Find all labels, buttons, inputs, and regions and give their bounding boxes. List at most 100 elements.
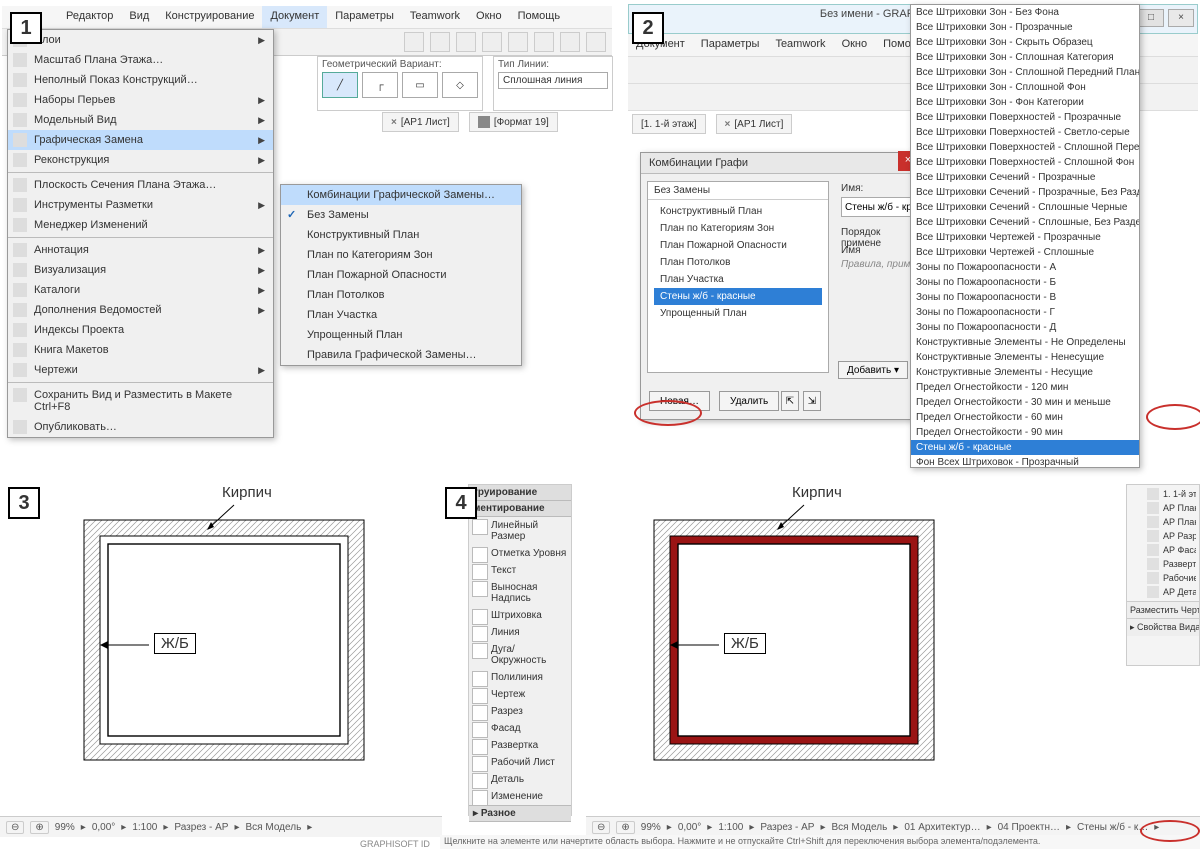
drop-item[interactable]: Все Штриховки Зон - Фон Категории bbox=[911, 95, 1139, 110]
tool-icon[interactable] bbox=[560, 32, 580, 52]
menu-parameters-2[interactable]: Параметры bbox=[693, 34, 768, 56]
menu-item[interactable]: Книга Макетов bbox=[8, 340, 273, 360]
view-properties[interactable]: ▸ Свойства Вида bbox=[1127, 618, 1199, 636]
drop-item[interactable]: Конструктивные Элементы - Ненесущие bbox=[911, 350, 1139, 365]
menu-item[interactable]: Каталоги▶ bbox=[8, 280, 273, 300]
menu-document[interactable]: Документ bbox=[262, 6, 327, 28]
tool-icon[interactable] bbox=[430, 32, 450, 52]
list-item[interactable]: Конструктивный План bbox=[654, 203, 822, 220]
drop-item[interactable]: Все Штриховки Зон - Сплошная Категория bbox=[911, 50, 1139, 65]
tool-item[interactable]: Рабочий Лист bbox=[469, 754, 571, 771]
razrez-2[interactable]: Разрез - АР bbox=[760, 822, 814, 833]
menu-parameters[interactable]: Параметры bbox=[327, 6, 402, 28]
geom-poly-btn[interactable]: ┌ bbox=[362, 72, 398, 98]
combinations-list[interactable]: Без Замены Конструктивный ПланПлан по Ка… bbox=[647, 181, 829, 373]
zoom-in-icon[interactable]: ⊕ bbox=[616, 821, 634, 834]
zoom-out-icon[interactable]: ⊖ bbox=[592, 821, 610, 834]
nav-item[interactable]: АР Фасады bbox=[1145, 543, 1196, 557]
graphisoft-id[interactable]: GRAPHISOFT ID bbox=[360, 839, 430, 849]
drop-item[interactable]: Все Штриховки Чертежей - Сплошные bbox=[911, 245, 1139, 260]
nav-item[interactable]: Развертки bbox=[1145, 557, 1196, 571]
tool-hdr-2[interactable]: ментирование bbox=[469, 501, 571, 517]
tool-footer[interactable]: ▸ Разное bbox=[469, 805, 571, 822]
menu-item[interactable]: Дополнения Ведомостей▶ bbox=[8, 300, 273, 320]
export-icon[interactable]: ⇱ bbox=[781, 391, 799, 411]
list-item[interactable]: План Пожарной Опасности bbox=[654, 237, 822, 254]
menu-window[interactable]: Окно bbox=[468, 6, 510, 28]
drop-item[interactable]: Зоны по Пожароопасности - Г bbox=[911, 305, 1139, 320]
tool-item[interactable]: Линия bbox=[469, 624, 571, 641]
menu-item[interactable]: Реконструкция▶ bbox=[8, 150, 273, 170]
close-button[interactable]: × bbox=[1168, 9, 1194, 27]
drop-item[interactable]: Все Штриховки Сечений - Прозрачные, Без … bbox=[911, 185, 1139, 200]
line-type-select[interactable]: Сплошная линия bbox=[498, 72, 608, 89]
drop-item[interactable]: Все Штриховки Поверхностей - Сплошной Пе… bbox=[911, 140, 1139, 155]
geom-line-btn[interactable]: ╱ bbox=[322, 72, 358, 98]
menu-teamwork[interactable]: Teamwork bbox=[402, 6, 468, 28]
tool-icon[interactable] bbox=[404, 32, 424, 52]
tool-icon[interactable] bbox=[586, 32, 606, 52]
nav-item[interactable]: АР Разрезы bbox=[1145, 529, 1196, 543]
drop-item[interactable]: Все Штриховки Зон - Без Фона bbox=[911, 5, 1139, 20]
menu-item[interactable]: Чертежи▶ bbox=[8, 360, 273, 380]
arch-2[interactable]: 01 Архитектур… bbox=[904, 822, 980, 833]
tool-item[interactable]: Штриховка bbox=[469, 607, 571, 624]
tab-ar1[interactable]: ×[АР1 Лист] bbox=[382, 112, 459, 132]
submenu-item[interactable]: План Пожарной Опасности bbox=[281, 265, 521, 285]
delete-button[interactable]: Удалить bbox=[719, 391, 779, 411]
geom-rot-btn[interactable]: ◇ bbox=[442, 72, 478, 98]
menu-item[interactable]: Сохранить Вид и Разместить в Макете Ctrl… bbox=[8, 385, 273, 417]
geom-rect-btn[interactable]: ▭ bbox=[402, 72, 438, 98]
menu-item[interactable]: Менеджер Изменений bbox=[8, 215, 273, 235]
tab-floor1[interactable]: [1. 1-й этаж] bbox=[632, 114, 706, 134]
drop-item[interactable]: Все Штриховки Поверхностей - Сплошной Фо… bbox=[911, 155, 1139, 170]
tool-hdr-1[interactable]: труирование bbox=[469, 485, 571, 501]
drop-item[interactable]: Все Штриховки Чертежей - Прозрачные bbox=[911, 230, 1139, 245]
drop-item[interactable]: Все Штриховки Зон - Скрыть Образец bbox=[911, 35, 1139, 50]
razrez-value[interactable]: Разрез - АР bbox=[174, 822, 228, 833]
tool-item[interactable]: Полилиния bbox=[469, 669, 571, 686]
list-header[interactable]: Без Замены bbox=[648, 182, 828, 200]
tool-item[interactable]: Дуга/Окружность bbox=[469, 641, 571, 669]
menu-editor[interactable]: Редактор bbox=[58, 6, 121, 28]
drop-item[interactable]: Все Штриховки Поверхностей - Светло-серы… bbox=[911, 125, 1139, 140]
tool-item[interactable]: Изменение bbox=[469, 788, 571, 805]
list-item[interactable]: Упрощенный План bbox=[654, 305, 822, 322]
tab-ar1-2[interactable]: ×[АР1 Лист] bbox=[716, 114, 793, 134]
tool-icon[interactable] bbox=[456, 32, 476, 52]
menu-item[interactable]: Инструменты Разметки▶ bbox=[8, 195, 273, 215]
menu-item[interactable]: Аннотация▶ bbox=[8, 240, 273, 260]
menu-construction[interactable]: Конструирование bbox=[157, 6, 262, 28]
menu-window-2[interactable]: Окно bbox=[834, 34, 876, 56]
submenu-item[interactable]: Упрощенный План bbox=[281, 325, 521, 345]
nav-item[interactable]: 1. 1-й этаж bbox=[1145, 487, 1196, 501]
menu-item[interactable]: Индексы Проекта bbox=[8, 320, 273, 340]
tool-item[interactable]: Чертеж bbox=[469, 686, 571, 703]
drop-item[interactable]: Все Штриховки Поверхностей - Прозрачные bbox=[911, 110, 1139, 125]
list-item[interactable]: Стены ж/б - красные bbox=[654, 288, 822, 305]
imya-input[interactable] bbox=[841, 197, 917, 217]
drop-item[interactable]: Конструктивные Элементы - Несущие bbox=[911, 365, 1139, 380]
nav-item[interactable]: АР Планы Потол bbox=[1145, 515, 1196, 529]
drop-item[interactable]: Предел Огнестойкости - 30 мин и меньше bbox=[911, 395, 1139, 410]
menu-item[interactable]: Наборы Перьев▶ bbox=[8, 90, 273, 110]
tab-format[interactable]: [Формат 19] bbox=[469, 112, 558, 132]
menu-item[interactable]: Масштаб Плана Этажа… bbox=[8, 50, 273, 70]
tool-item[interactable]: Развертка bbox=[469, 737, 571, 754]
drop-item[interactable]: Зоны по Пожароопасности - В bbox=[911, 290, 1139, 305]
steny-2[interactable]: Стены ж/б - к… bbox=[1077, 822, 1148, 833]
drop-item[interactable]: Все Штриховки Сечений - Сплошные, Без Ра… bbox=[911, 215, 1139, 230]
close-icon[interactable]: × bbox=[391, 117, 397, 128]
drop-item[interactable]: Предел Огнестойкости - 90 мин bbox=[911, 425, 1139, 440]
drop-item[interactable]: Зоны по Пожароопасности - Д bbox=[911, 320, 1139, 335]
close-icon[interactable]: × bbox=[725, 119, 731, 130]
model-2[interactable]: Вся Модель bbox=[832, 822, 888, 833]
submenu-item[interactable]: План Участка bbox=[281, 305, 521, 325]
menu-item[interactable]: Графическая Замена▶ bbox=[8, 130, 273, 150]
tool-item[interactable]: Выносная Надпись bbox=[469, 579, 571, 607]
tool-item[interactable]: Разрез bbox=[469, 703, 571, 720]
nav-item[interactable]: АР Детали bbox=[1145, 585, 1196, 599]
submenu-item[interactable]: Комбинации Графической Замены… bbox=[281, 185, 521, 205]
list-item[interactable]: План Потолков bbox=[654, 254, 822, 271]
tool-item[interactable]: Фасад bbox=[469, 720, 571, 737]
